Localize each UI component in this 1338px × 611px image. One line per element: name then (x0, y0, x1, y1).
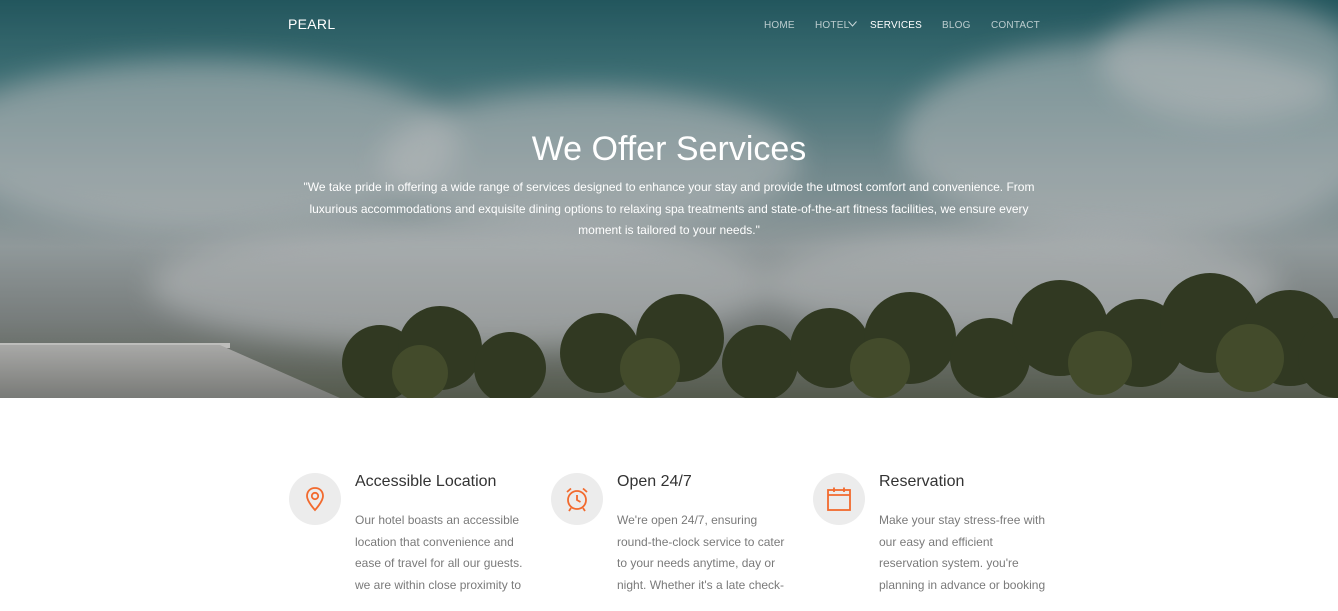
alarm-clock-icon (566, 487, 588, 512)
service-icon-circle (289, 473, 341, 525)
hero-banner: PEARL HOME HOTEL SERVICES BLOG CONTACT W… (0, 0, 1338, 398)
hero-title: We Offer Services (531, 130, 807, 168)
service-text: Make your stay stress-free with our easy… (879, 513, 1046, 593)
nav-services[interactable]: SERVICES (870, 20, 922, 31)
service-card-reservation: Reservation Make your stay stress-free w… (813, 471, 1063, 611)
map-pin-icon (306, 487, 324, 512)
service-card-open: Open 24/7 We're open 24/7, ensuring roun… (551, 471, 801, 611)
service-icon-circle (813, 473, 865, 525)
service-text: Our hotel boasts an accessible location … (355, 513, 523, 593)
nav-blog[interactable]: BLOG (942, 20, 971, 31)
nav-home[interactable]: HOME (764, 20, 795, 31)
service-title: Accessible Location (355, 473, 497, 490)
service-title: Open 24/7 (617, 473, 692, 490)
nav-contact[interactable]: CONTACT (991, 20, 1040, 31)
service-text: We're open 24/7, ensuring round-the-cloc… (617, 513, 785, 593)
service-icon-circle (551, 473, 603, 525)
nav-hotel[interactable]: HOTEL (815, 20, 849, 31)
site-logo[interactable]: PEARL (288, 16, 335, 32)
chevron-down-icon[interactable] (848, 21, 857, 27)
hero-text: "We take pride in offering a wide range … (303, 180, 1035, 238)
service-title: Reservation (879, 473, 965, 490)
service-card-location: Accessible Location Our hotel boasts an … (289, 471, 539, 611)
calendar-icon (827, 487, 851, 511)
